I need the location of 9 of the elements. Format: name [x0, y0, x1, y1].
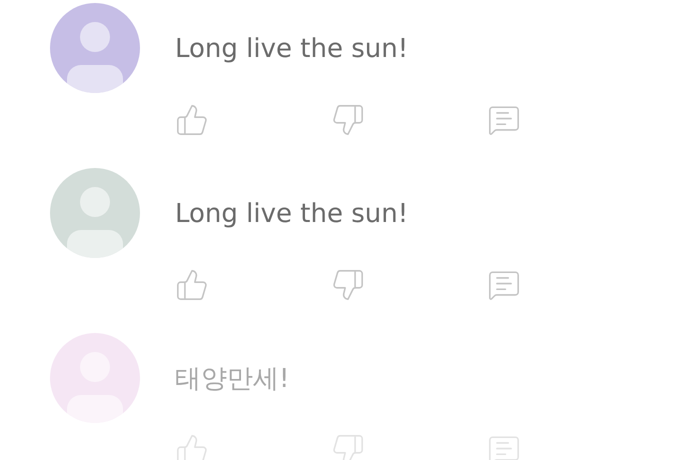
comment-text: Long live the sun!	[175, 198, 408, 230]
thumbs-up-icon[interactable]	[175, 268, 209, 302]
thumbs-down-icon[interactable]	[331, 103, 365, 137]
comment-text: 태양만세!	[175, 363, 290, 395]
comment-text: Long live the sun!	[175, 33, 408, 65]
thumbs-up-icon[interactable]	[175, 433, 209, 460]
thumbs-down-icon[interactable]	[331, 268, 365, 302]
thumbs-down-icon[interactable]	[331, 433, 365, 460]
thumbs-up-icon[interactable]	[175, 103, 209, 137]
